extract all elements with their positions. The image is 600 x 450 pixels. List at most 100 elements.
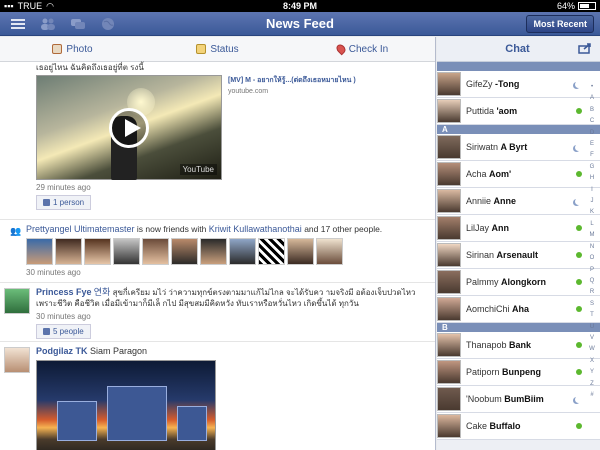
alphabet-index-letter[interactable]: I (591, 185, 593, 196)
alphabet-index-letter[interactable]: N (590, 242, 594, 253)
chat-section-header: A (437, 125, 600, 134)
friend-photo[interactable] (55, 238, 82, 265)
contact-first-name: LilJay (466, 223, 492, 233)
friend-photo[interactable] (200, 238, 227, 265)
chat-contact[interactable]: Anniie Anne (437, 188, 600, 215)
contact-name: Thanapob Bank (466, 340, 576, 350)
friend-photo[interactable] (142, 238, 169, 265)
video-title-link[interactable]: [MV] M - อยากให้รู้...(ต่ดถึงเธอหมายไหน … (228, 75, 356, 86)
chat-contact[interactable]: LilJay Ann (437, 215, 600, 242)
alphabet-index-letter[interactable]: V (590, 333, 594, 344)
poster-name[interactable]: Podgilaz TK (36, 346, 88, 356)
alphabet-index-letter[interactable]: O (590, 253, 595, 264)
chat-contact[interactable]: GifeZy -Tong (437, 71, 600, 98)
contact-last-name: Bank (509, 340, 532, 350)
alphabet-index-letter[interactable]: X (590, 356, 594, 367)
contact-first-name: Cake (466, 421, 490, 431)
likes-button[interactable]: 5 people (36, 324, 91, 339)
likes-button[interactable]: 1 person (36, 195, 92, 210)
video-domain: youtube.com (228, 88, 269, 95)
friends-icon[interactable] (40, 17, 56, 31)
friend-photo[interactable] (229, 238, 256, 265)
feed-story-checkin: Podgilaz TK Siam Paragon (0, 342, 435, 450)
contact-name: Patiporn Bunpeng (466, 367, 576, 377)
alphabet-index-letter[interactable]: A (590, 93, 594, 104)
checkin-photo[interactable] (36, 360, 216, 450)
share-icon[interactable] (578, 42, 600, 57)
alphabet-index-letter[interactable]: J (591, 196, 594, 207)
contact-last-name: Alongkorn (501, 277, 547, 287)
friend-photo[interactable] (258, 238, 285, 265)
friends-verb: is now friends with (136, 224, 207, 234)
checkin-button[interactable]: Check In (290, 37, 435, 61)
clock: 8:49 PM (282, 1, 317, 11)
alphabet-index-letter[interactable]: T (590, 310, 594, 321)
chat-contact[interactable]: Patiporn Bunpeng (437, 359, 600, 386)
chat-contact[interactable]: Cake Buffalo (437, 413, 600, 440)
alphabet-index-letter[interactable]: D (590, 128, 594, 139)
actor-name[interactable]: Prettyangel Ultimatemaster (26, 224, 135, 234)
alphabet-index-letter[interactable]: W (589, 344, 595, 355)
alphabet-index-letter[interactable]: Z (590, 379, 594, 390)
chat-contact[interactable]: AomchiChi Aha (437, 296, 600, 323)
alphabet-index-letter[interactable]: • (591, 82, 593, 93)
chat-contact[interactable]: Sirinan Arsenault (437, 242, 600, 269)
contact-name: Cake Buffalo (466, 421, 576, 431)
alphabet-index-letter[interactable]: U (590, 322, 594, 333)
friend-photo[interactable] (113, 238, 140, 265)
alphabet-index[interactable]: • A B C D E F G H I J K L M N O P Q R S T U V W X Y Z # (586, 82, 598, 401)
alphabet-index-letter[interactable]: C (590, 116, 594, 127)
status-button[interactable]: Status (145, 37, 290, 61)
alphabet-index-letter[interactable]: H (590, 173, 594, 184)
avatar[interactable] (4, 347, 30, 373)
alphabet-index-letter[interactable]: S (590, 299, 594, 310)
idle-moon-icon (575, 81, 582, 88)
alphabet-index-letter[interactable]: E (590, 139, 594, 150)
friend-photo[interactable] (84, 238, 111, 265)
friend-photo[interactable] (171, 238, 198, 265)
friend-photo[interactable] (316, 238, 343, 265)
alphabet-index-letter[interactable]: B (590, 105, 594, 116)
chat-contact[interactable]: Thanapob Bank (437, 332, 600, 359)
chat-contact[interactable]: Siriwatn A Byrt (437, 134, 600, 161)
messages-icon[interactable] (70, 17, 86, 31)
chat-contact[interactable]: Palmmy Alongkorn (437, 269, 600, 296)
contact-name: AomchiChi Aha (466, 304, 576, 314)
alphabet-index-letter[interactable]: P (590, 265, 594, 276)
poster-name[interactable]: Princess Fye (36, 287, 92, 297)
globe-icon[interactable] (100, 17, 116, 31)
photo-button[interactable]: Photo (0, 37, 145, 61)
chat-contact-list[interactable]: GifeZy -Tong Puttida 'aom A Siriwatn A Byrt… (437, 62, 600, 440)
note-icon (196, 44, 207, 54)
camera-icon (52, 44, 63, 54)
alphabet-index-letter[interactable]: Y (590, 367, 594, 378)
avatar[interactable] (4, 288, 30, 314)
chat-section-header: B (437, 323, 600, 332)
alphabet-index-letter[interactable]: # (590, 390, 593, 401)
contact-first-name: Thanapob (466, 340, 510, 350)
friends-icon: 👥 (10, 226, 22, 236)
friend-photo[interactable] (26, 238, 53, 265)
alphabet-index-letter[interactable]: G (590, 162, 595, 173)
others-text[interactable]: and 17 other people. (304, 224, 382, 234)
contact-first-name: AomchiChi (466, 304, 513, 314)
alphabet-index-letter[interactable]: L (590, 219, 593, 230)
friend-name[interactable]: Kriwit Kullawathanothai (209, 224, 302, 234)
avatar (437, 72, 461, 96)
alphabet-index-letter[interactable]: M (590, 230, 595, 241)
menu-icon[interactable] (10, 17, 26, 31)
chat-contact[interactable]: Acha Aom' (437, 161, 600, 188)
contact-name: Anniie Anne (466, 196, 575, 206)
most-recent-button[interactable]: Most Recent (526, 14, 594, 33)
video-thumbnail[interactable]: YouTube (36, 75, 222, 180)
alphabet-index-letter[interactable]: R (590, 287, 594, 298)
place-name[interactable]: Siam Paragon (90, 346, 147, 356)
chat-contact[interactable]: 'Noobum BumBiim (437, 386, 600, 413)
news-feed[interactable]: Photo Status Check In เธอยู่ไหน ฉันคิดถึ… (0, 37, 436, 450)
play-icon[interactable] (109, 108, 149, 148)
friend-photo[interactable] (287, 238, 314, 265)
alphabet-index-letter[interactable]: F (590, 150, 594, 161)
chat-contact[interactable]: Puttida 'aom (437, 98, 600, 125)
alphabet-index-letter[interactable]: K (590, 207, 594, 218)
alphabet-index-letter[interactable]: Q (590, 276, 595, 287)
